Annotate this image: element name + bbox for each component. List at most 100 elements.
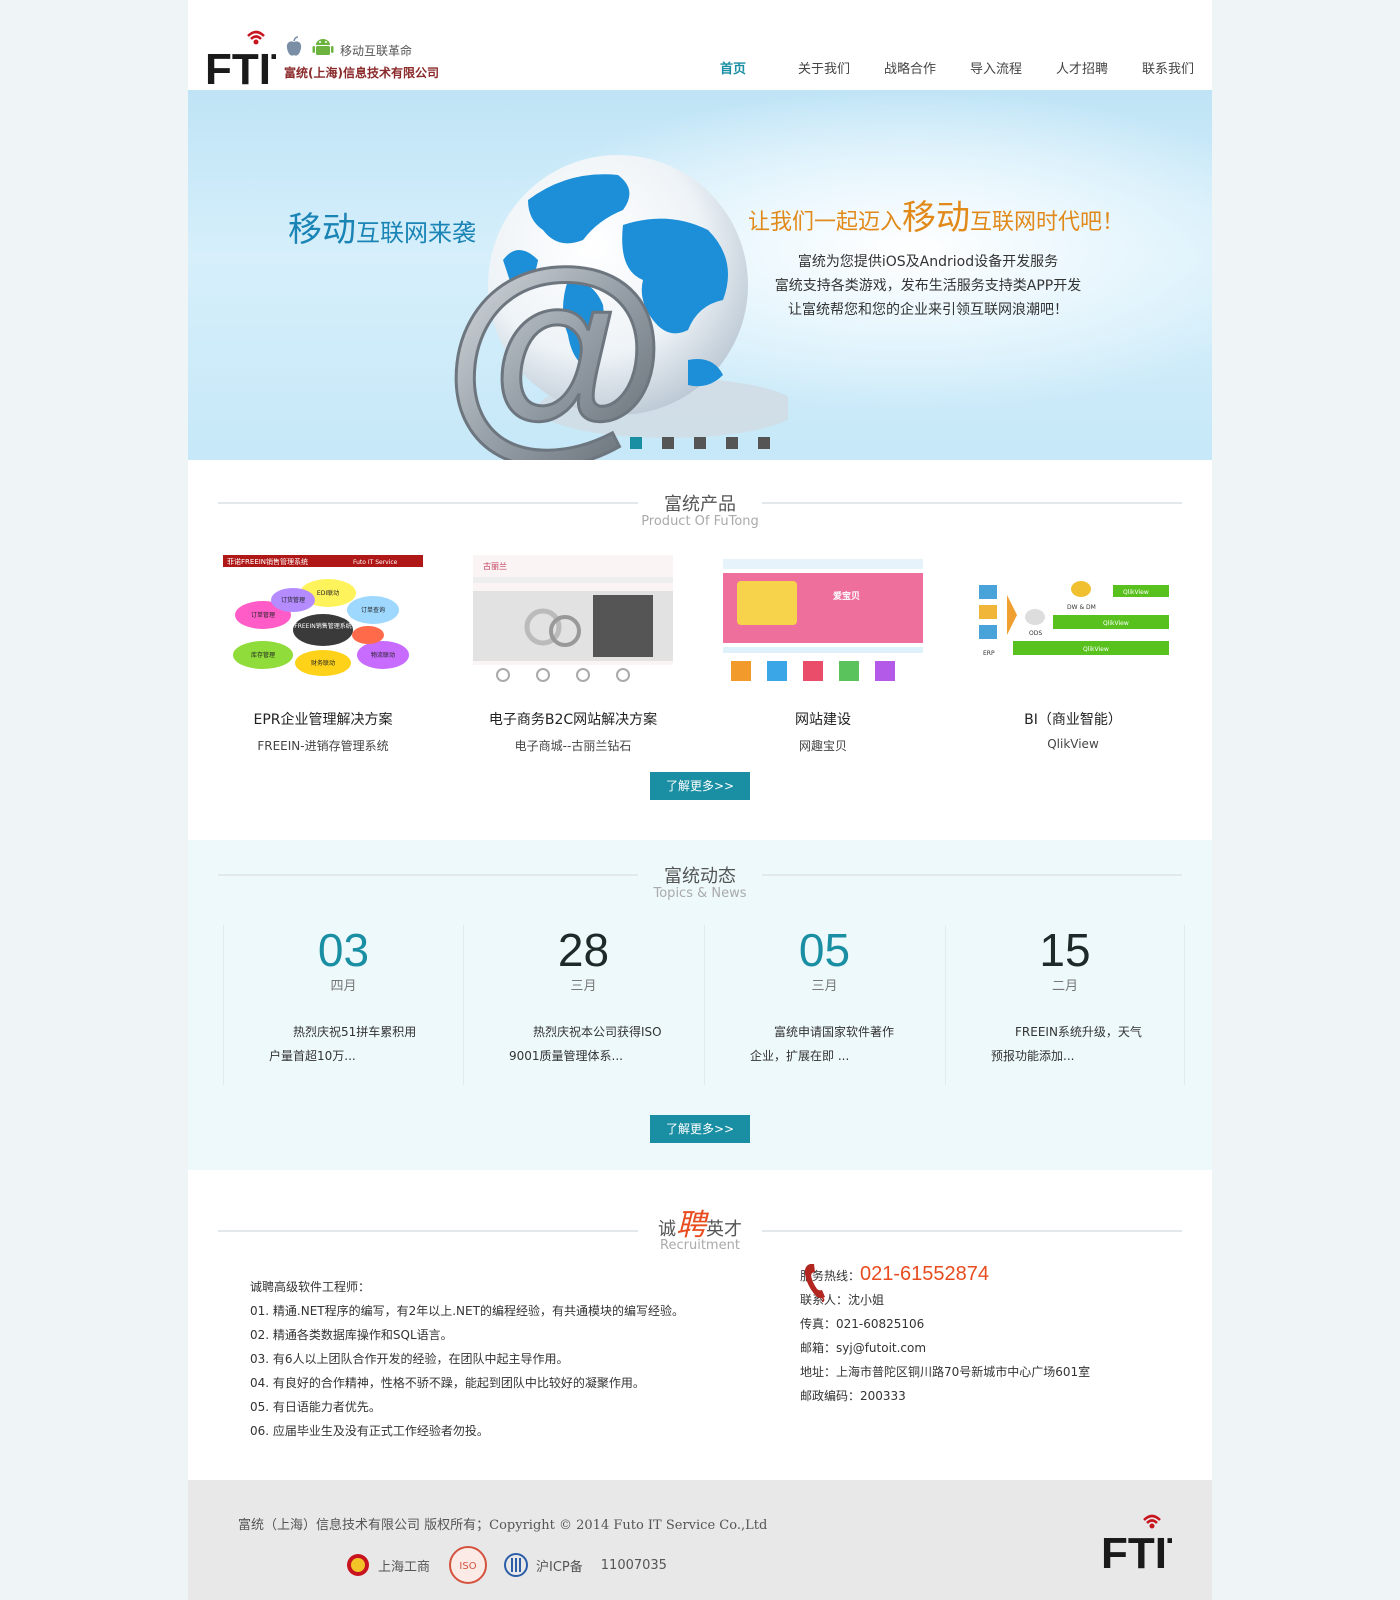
hotline: 服务热线：021-61552874 [800,1262,1090,1288]
title-pre: 诚 [658,1219,676,1240]
footer-logo-text: FTIT [1101,1529,1172,1572]
slogan-left-highlight: 移动 [288,210,356,250]
nav-home[interactable]: 首页 [702,58,764,77]
footer: 富统（上海）信息技术有限公司 版权所有；Copyright © 2014 Fut… [188,1480,1212,1600]
nav-about[interactable]: 关于我们 [764,58,850,77]
android-icon [312,39,334,55]
requirement: 05. 有日语能力者优先。 [250,1400,381,1414]
news-item[interactable]: 03 四月 热烈庆祝51拼车累积用户量首超10万... [223,925,463,1085]
slide-dot-5[interactable] [758,437,770,449]
title-post: 英才 [706,1219,742,1240]
website-thumbnail: 爱宝贝 [723,555,923,685]
product-subtitle: FREEIN-进销存管理系统 [257,739,389,753]
apple-icon [286,36,302,56]
slide-indicators [630,437,770,449]
requirement: 06. 应届毕业生及没有正式工作经验者勿投。 [250,1424,489,1438]
at-symbol-text: @ [443,222,667,460]
news-more-button[interactable]: 了解更多>> [650,1115,750,1143]
product-subtitle: 网趣宝贝 [798,739,847,753]
footer-badges: 上海工商 ISO 沪ICP备 11007035 [346,1545,667,1585]
news-text[interactable]: 富统申请国家软件著作企业，扩展在即 ... [750,1020,904,1068]
products-section: 富统产品 Product Of FuTong 菲诺FREEIN销售管理系统 Fu… [188,470,1212,840]
product-title[interactable]: 网站建设 [718,709,928,729]
header: FTIT 移动互联革命 富统(上海)信息技术有限公司 首页 关于我们 战略合作 … [188,0,1212,90]
product-title[interactable]: EPR企业管理解决方案 [218,709,428,729]
contact-info: 服务热线：021-61552874 联系人：沈小姐 传真：021-6082510… [800,1262,1090,1408]
nav-contact[interactable]: 联系我们 [1108,58,1194,77]
slide-dot-2[interactable] [662,437,674,449]
main-nav: 首页 关于我们 战略合作 导入流程 人才招聘 联系我们 [702,58,1194,77]
products-heading: 富统产品 Product Of FuTong [218,490,1182,540]
ftit-logo[interactable]: FTIT [204,28,276,88]
bi-thumb-label: ODS [1029,630,1042,637]
hero-banner[interactable]: @ 移动互联网来袭 让我们一起迈入移动互联网时代吧！ 富统为您提供iOS及And… [188,90,1212,460]
bi-thumb-label: QlikView [1123,589,1149,596]
requirement: 03. 有6人以上团队合作开发的经验，在团队中起主导作用。 [250,1352,569,1366]
bi-thumb-label: QlikView [1083,646,1109,653]
gongshang-icon[interactable] [346,1553,370,1577]
news-item[interactable]: 05 三月 富统申请国家软件著作企业，扩展在即 ... [704,925,944,1085]
footer-ftit-logo[interactable]: FTIT [1100,1512,1172,1572]
icp-number[interactable]: 11007035 [601,1558,667,1573]
shop-thumb-brand-text: 古丽兰 [483,561,507,571]
section-subtitle: Topics & News [653,886,747,901]
product-card-ecommerce[interactable]: 古丽兰 电子商务B2C网站解决方案 电子商城--古丽兰钻石 [468,555,678,754]
news-month: 四月 [330,979,357,994]
iso-badge-icon[interactable]: ISO [448,1545,488,1585]
news-heading: 富统动态 Topics & News [218,862,1182,912]
product-title[interactable]: 电子商务B2C网站解决方案 [468,709,678,729]
nav-careers[interactable]: 人才招聘 [1022,58,1108,77]
job-intro: 诚聘高级软件工程师： [250,1280,371,1294]
phone-icon [804,1264,825,1302]
product-title[interactable]: BI（商业智能） [968,709,1178,729]
news-text[interactable]: FREEIN系统升级，天气预报功能添加... [991,1020,1144,1068]
contact-postcode: 邮政编码：200333 [800,1389,906,1403]
contact-person: 联系人：沈小姐 [800,1293,885,1307]
erp-thumb-bubble-text: 订单查询 [361,606,385,614]
requirement: 02. 精通各类数据库操作和SQL语言。 [250,1328,453,1342]
products-more-button[interactable]: 了解更多>> [650,772,750,800]
copyright-text: 富统（上海）信息技术有限公司 版权所有；Copyright © 2014 Fut… [238,1518,768,1533]
logo-text: FTIT [205,45,276,88]
news-text[interactable]: 热烈庆祝51拼车累积用户量首超10万... [269,1020,423,1068]
contact-fax: 传真：021-60825106 [800,1317,925,1331]
bi-thumb-label: ERP [983,650,995,657]
contact-email[interactable]: 邮箱：syj@futoit.com [800,1336,1090,1360]
erp-thumb-banner-text: 菲诺FREEIN销售管理系统 [227,557,308,566]
erp-thumbnail: 菲诺FREEIN销售管理系统 Futo IT Service FREEIN销售管… [223,555,423,685]
banner-line: 富统为您提供iOS及Andriod设备开发服务 [797,254,1059,270]
erp-thumb-brand-text: Futo IT Service [353,559,398,566]
slide-dot-4[interactable] [726,437,738,449]
logo-company-name: 富统(上海)信息技术有限公司 [284,66,439,80]
product-card-erp[interactable]: 菲诺FREEIN销售管理系统 Futo IT Service FREEIN销售管… [218,555,428,754]
erp-thumb-bubble-text: EDI联动 [317,589,339,597]
news-section: 富统动态 Topics & News 03 四月 热烈庆祝51拼车累积用户量首超… [188,840,1212,1170]
icp-icon[interactable] [504,1553,529,1577]
icp-label[interactable]: 沪ICP备 [536,1556,583,1575]
hotline-number[interactable]: 021-61552874 [860,1263,989,1285]
erp-thumb-bubble-text: 订货管理 [281,596,305,604]
slogan-right-post: 互联网时代吧！ [970,210,1125,235]
nav-process[interactable]: 导入流程 [936,58,1022,77]
product-card-bi[interactable]: ODS ERP DW & DM QlikView QlikView QlikVi… [968,555,1178,751]
slide-dot-1[interactable] [630,437,642,449]
gongshang-label[interactable]: 上海工商 [378,1556,430,1575]
product-card-website[interactable]: 爱宝贝 网站建设 网趣宝贝 [718,555,928,754]
iso-badge-text: ISO [459,1561,476,1572]
news-day: 03 [317,924,370,976]
page: FTIT 移动互联革命 富统(上海)信息技术有限公司 首页 关于我们 战略合作 … [188,0,1212,1600]
news-text[interactable]: 热烈庆祝本公司获得ISO 9001质量管理体系... [509,1020,663,1068]
logo-tagline: 移动互联革命 [340,44,413,58]
news-item[interactable]: 15 二月 FREEIN系统升级，天气预报功能添加... [945,925,1185,1085]
ecommerce-thumbnail: 古丽兰 [473,555,673,685]
banner-slogan-left: 移动互联网来袭 [288,202,476,251]
bi-thumb-label: QlikView [1103,620,1129,627]
section-subtitle: Product Of FuTong [641,514,759,529]
nav-partners[interactable]: 战略合作 [850,58,936,77]
news-item[interactable]: 28 三月 热烈庆祝本公司获得ISO 9001质量管理体系... [463,925,703,1085]
globe-illustration: @ [442,155,788,460]
news-month: 三月 [811,979,838,994]
web-thumb-brand-text: 爱宝贝 [833,590,860,602]
bi-thumb-label: DW & DM [1067,604,1096,611]
slide-dot-3[interactable] [694,437,706,449]
